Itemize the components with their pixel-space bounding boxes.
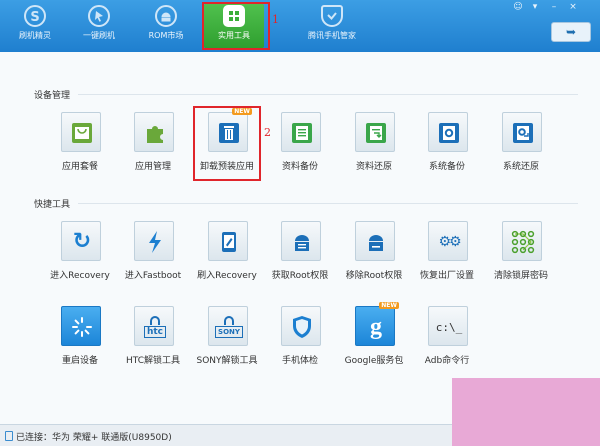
sony-brand-label: SONY: [215, 326, 243, 338]
tool-data-backup[interactable]: 资料备份: [262, 112, 338, 178]
tablet-edit-icon: [209, 222, 249, 262]
tab-label: ROM市场: [148, 31, 184, 40]
tab-rom-market[interactable]: ROM市场: [136, 4, 196, 48]
minimize-button[interactable]: –: [548, 2, 560, 12]
tab-shuaji-jingling[interactable]: S 刷机精灵: [5, 4, 65, 48]
refresh-icon: ↻: [72, 229, 92, 254]
tab-tencent-manager[interactable]: 腾讯手机管家: [296, 4, 368, 48]
htc-lock-icon: htc: [135, 307, 175, 347]
annotation-number-2: 2: [264, 126, 271, 139]
section-title-quick-tools: 快捷工具: [34, 200, 71, 210]
tool-adb-command-line[interactable]: c:\_ Adb命令行: [409, 306, 485, 372]
tool-system-backup[interactable]: 系统备份: [409, 112, 485, 178]
shield-check-icon: [321, 5, 343, 27]
return-arrow-icon: ➥: [565, 25, 577, 39]
tab-label: 刷机精灵: [19, 31, 51, 40]
terminal-icon: c:\_: [435, 320, 463, 334]
htc-brand-label: htc: [143, 326, 167, 338]
google-g-icon: g: [370, 314, 382, 340]
reboot-spinner-icon: [62, 307, 102, 347]
arrow-cursor-icon: [88, 5, 110, 27]
tool-label: 清除锁屏密码: [493, 271, 548, 281]
shield-icon: [282, 307, 322, 347]
tool-phone-checkup[interactable]: 手机体检: [262, 306, 338, 372]
skin-button[interactable]: ☺: [512, 2, 524, 12]
section-title-device-management: 设备管理: [34, 91, 71, 101]
android-icon: [155, 5, 177, 27]
new-badge: NEW: [379, 302, 399, 309]
top-nav-bar: S 刷机精灵 一键刷机 ROM市场 实用工具 腾讯手机管家 ☺ ▾ – × ➥: [0, 0, 600, 52]
main-content: 设备管理 应用套餐 应用管理 NEW 卸载预装应用 资料备份 资料还原 系统备份…: [0, 52, 600, 424]
pattern-lock-icon: [503, 222, 543, 262]
sony-lock-icon: SONY: [209, 307, 249, 347]
puzzle-piece-icon: [135, 113, 175, 153]
android-unroot-icon: [356, 222, 396, 262]
gears-icon: ⚙⚙: [438, 234, 461, 250]
s-logo-icon: S: [24, 5, 46, 27]
shopping-bag-icon: [62, 113, 102, 153]
tool-system-restore[interactable]: 系统还原: [483, 112, 559, 178]
tool-app-manager[interactable]: 应用管理: [115, 112, 191, 178]
highlight-box-tools-tab: [202, 2, 270, 50]
return-button[interactable]: ➥: [551, 22, 591, 42]
connection-status: 已连接：华为 荣耀+ 联通版(U8950D): [16, 433, 172, 443]
system-gear-restore-icon: [503, 113, 543, 153]
tool-htc-unlock[interactable]: htc HTC解锁工具: [115, 306, 191, 372]
tool-label: Adb命令行: [424, 356, 470, 366]
menu-dropdown-button[interactable]: ▾: [529, 2, 541, 12]
annotation-number-1: 1: [272, 13, 279, 26]
document-restore-icon: [356, 113, 396, 153]
lightning-icon: [135, 222, 175, 262]
close-button[interactable]: ×: [567, 2, 579, 12]
system-gear-backup-icon: [429, 113, 469, 153]
tab-label: 一键刷机: [83, 31, 115, 40]
document-backup-icon: [282, 113, 322, 153]
svg-text:S: S: [30, 10, 39, 25]
highlight-box-uninstall: [193, 106, 261, 181]
android-root-icon: [282, 222, 322, 262]
tool-label: 系统还原: [502, 162, 539, 172]
tool-factory-reset[interactable]: ⚙⚙ 恢复出厂设置: [409, 221, 485, 287]
tab-one-click-flash[interactable]: 一键刷机: [69, 4, 129, 48]
divider: [78, 94, 578, 95]
tool-clear-lock-password[interactable]: 清除锁屏密码: [483, 221, 559, 287]
decorative-overlay: [452, 378, 600, 446]
tool-enter-fastboot[interactable]: 进入Fastboot: [115, 221, 191, 287]
tab-label: 腾讯手机管家: [308, 31, 356, 40]
phone-connected-icon: [5, 431, 13, 441]
divider: [78, 203, 578, 204]
tool-get-root[interactable]: 获取Root权限: [262, 221, 338, 287]
